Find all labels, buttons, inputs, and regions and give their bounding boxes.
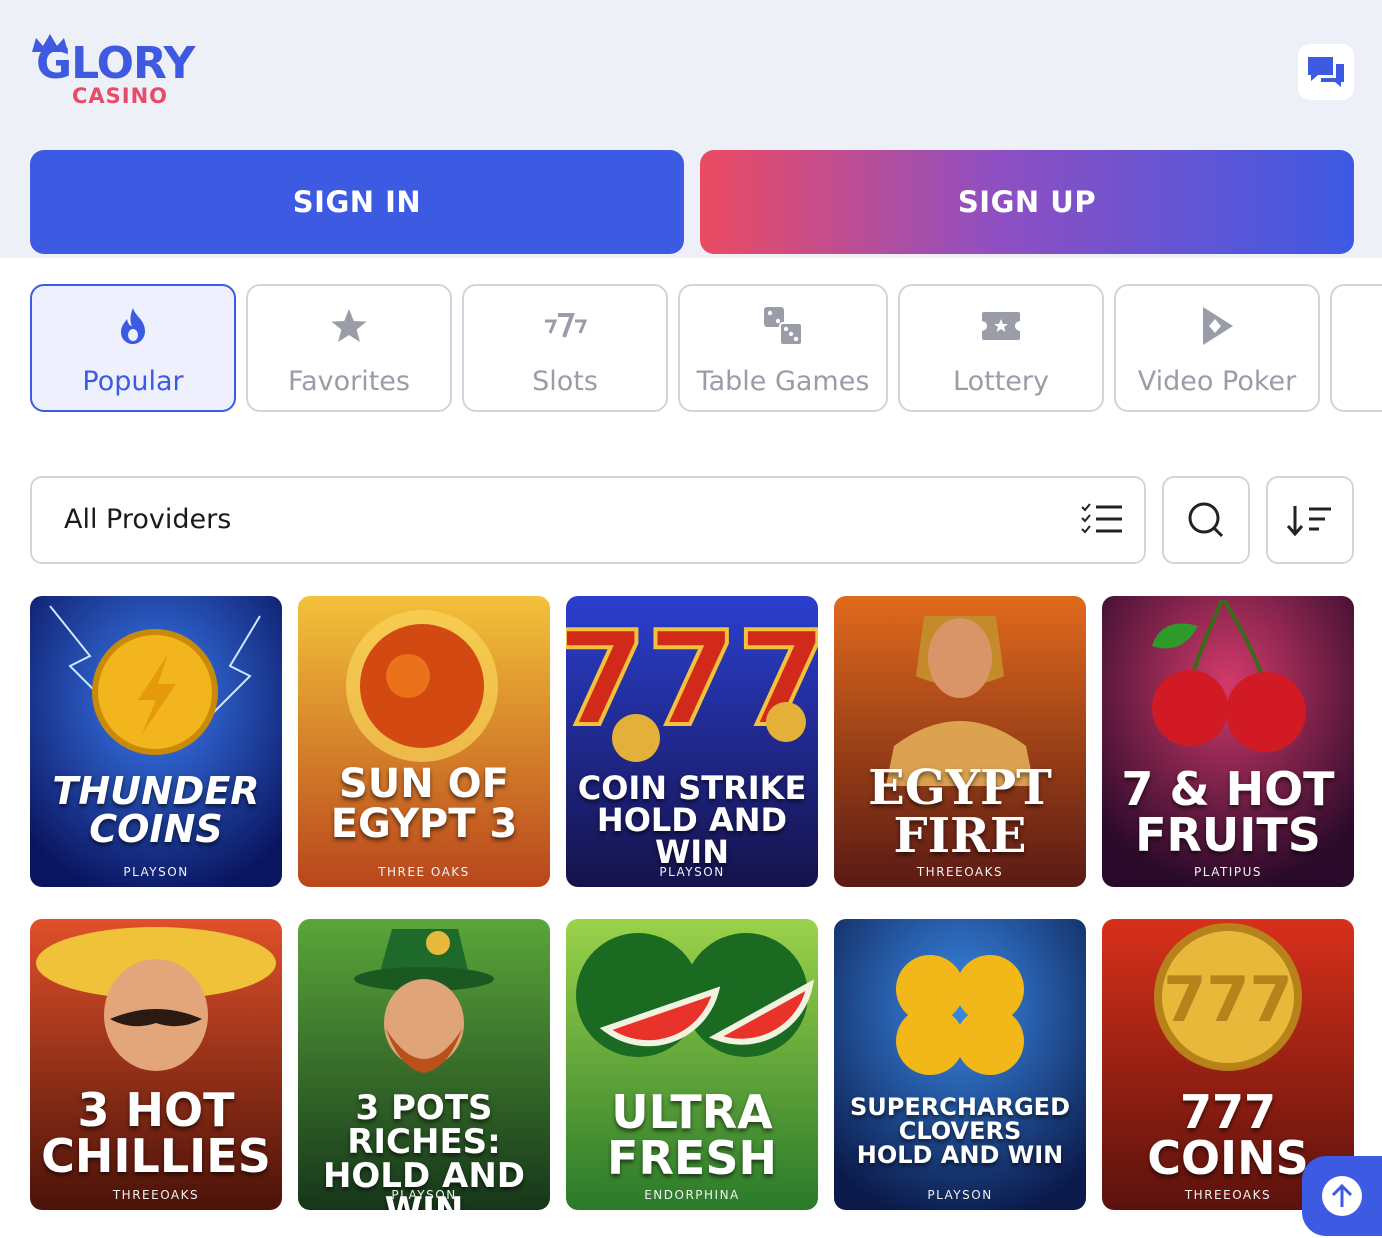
game-provider: PLAYSON <box>927 1188 993 1202</box>
game-provider: PLATIPUS <box>1194 865 1262 879</box>
providers-label: All Providers <box>64 504 232 535</box>
sign-in-button[interactable]: SIGN IN <box>30 150 684 254</box>
sort-button[interactable] <box>1266 476 1354 564</box>
game-title: ULTRA FRESH <box>607 1085 777 1185</box>
tab-video-poker[interactable]: Video Poker <box>1114 284 1320 412</box>
game-title: 3 HOT CHILLIES <box>41 1083 271 1183</box>
arrow-up-icon <box>1331 1183 1353 1207</box>
game-provider: THREEOAKS <box>916 865 1004 879</box>
game-tile-coin-strike[interactable]: 777 COIN STRIKE HOLD AND WIN PLAYSON <box>566 596 818 887</box>
poker-play-icon <box>1203 307 1233 345</box>
tab-lottery[interactable]: Lottery <box>898 284 1104 412</box>
game-tile-sun-of-egypt-3[interactable]: SUN OF EGYPT 3 THREE OAKS <box>298 596 550 887</box>
svg-text:777: 777 <box>1163 963 1292 1036</box>
tab-label: Table Games <box>696 366 870 397</box>
chat-bubbles-icon <box>1308 57 1344 87</box>
game-tile-3-hot-chillies[interactable]: 3 HOT CHILLIES THREEOAKS <box>30 919 282 1210</box>
search-button[interactable] <box>1162 476 1250 564</box>
tab-popular[interactable]: Popular <box>30 284 236 412</box>
tab-table-games[interactable]: Table Games <box>678 284 888 412</box>
game-title: EGYPT FIRE <box>868 760 1052 864</box>
game-title: COIN STRIKE HOLD AND WIN <box>577 769 807 871</box>
tab-label: Video Poker <box>1137 366 1297 397</box>
tab-slots[interactable]: Slots <box>462 284 668 412</box>
tab-more[interactable] <box>1330 284 1382 412</box>
sort-icon <box>1287 506 1331 536</box>
game-provider: ENDORPHINA <box>644 1188 740 1202</box>
glory-casino-logo[interactable]: GLORY CASINO <box>30 32 200 112</box>
game-tile-thunder-coins[interactable]: THUNDER COINS PLAYSON <box>30 596 282 887</box>
tab-favorites[interactable]: Favorites <box>246 284 452 412</box>
tab-label: Popular <box>82 366 184 397</box>
game-title: THUNDER COINS <box>52 769 260 851</box>
category-tabs: Popular Favorites Slots Table Games Lott… <box>30 284 1382 412</box>
star-icon <box>331 309 367 342</box>
game-title: SUPERCHARGED CLOVERS HOLD AND WIN <box>849 1093 1070 1169</box>
checklist-icon <box>1081 503 1122 534</box>
game-tile-egypt-fire[interactable]: EGYPT FIRE THREEOAKS <box>834 596 1086 887</box>
providers-select[interactable]: All Providers <box>30 476 1146 564</box>
game-tile-supercharged-clovers[interactable]: SUPERCHARGED CLOVERS HOLD AND WIN PLAYSO… <box>834 919 1086 1210</box>
search-icon <box>1188 502 1224 538</box>
game-tile-3-pots-riches[interactable]: 3 POTS RICHES: HOLD AND WIN PLAYSON <box>298 919 550 1210</box>
game-provider: PLAYSON <box>659 865 725 879</box>
tab-label: Favorites <box>288 366 410 397</box>
tab-label: Lottery <box>953 366 1049 397</box>
game-tile-ultra-fresh[interactable]: ULTRA FRESH ENDORPHINA <box>566 919 818 1210</box>
game-tile-7-hot-fruits[interactable]: 7 & HOT FRUITS PLATIPUS <box>1102 596 1354 887</box>
game-provider: PLAYSON <box>123 865 189 879</box>
logo-casino-text: CASINO <box>72 84 169 108</box>
chat-button[interactable] <box>1298 44 1354 100</box>
tab-label: Slots <box>532 366 598 397</box>
game-provider: PLAYSON <box>391 1188 457 1202</box>
seven-seven-seven-icon <box>545 313 587 338</box>
dice-icon <box>764 307 803 346</box>
scroll-to-top-button[interactable] <box>1302 1156 1382 1236</box>
game-provider: THREEOAKS <box>112 1188 200 1202</box>
game-title: SUN OF EGYPT 3 <box>330 761 518 847</box>
logo-glory-text: GLORY <box>36 38 195 89</box>
game-provider: THREE OAKS <box>378 865 470 879</box>
ticket-icon <box>982 312 1020 340</box>
scroll-to-top-circle <box>1322 1176 1362 1216</box>
flame-icon <box>121 308 145 344</box>
game-title: 7 & HOT FRUITS <box>1121 762 1335 862</box>
sign-up-button[interactable]: SIGN UP <box>700 150 1354 254</box>
